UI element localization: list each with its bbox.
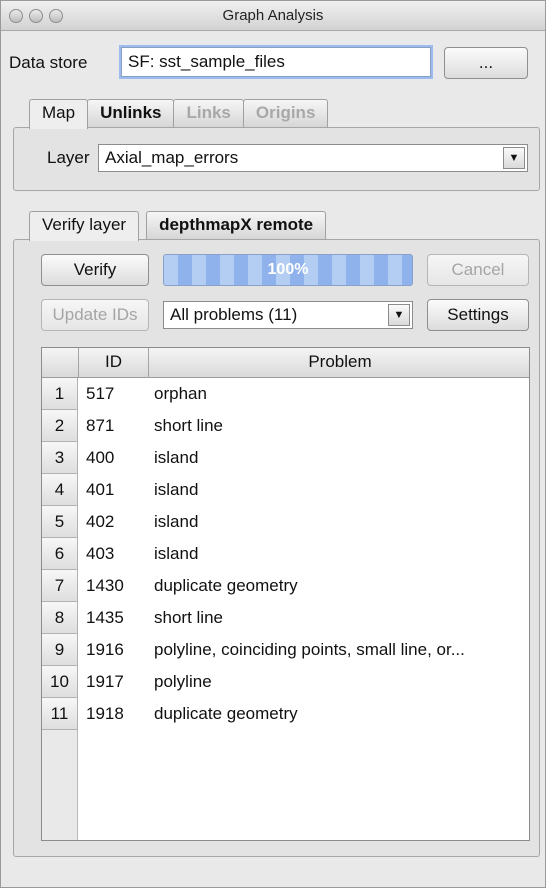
settings-button[interactable]: Settings — [427, 299, 529, 331]
row-number[interactable]: 4 — [42, 474, 78, 506]
tab-verify-layer[interactable]: Verify layer — [29, 211, 140, 241]
table-row[interactable]: 2 871 short line — [42, 410, 529, 442]
cell-problem: polyline — [154, 672, 212, 691]
row-number[interactable]: 11 — [42, 698, 78, 730]
cell-problem: island — [154, 448, 199, 467]
cancel-button[interactable]: Cancel — [427, 254, 529, 286]
graph-analysis-window: Graph Analysis Data store SF: sst_sample… — [0, 0, 546, 888]
row-number[interactable]: 10 — [42, 666, 78, 698]
cell-problem: duplicate geometry — [154, 576, 298, 595]
table-row[interactable]: 11 1918 duplicate geometry — [42, 698, 529, 730]
layer-label: Layer — [47, 148, 90, 167]
cell-problem: short line — [154, 416, 223, 435]
tab-unlinks[interactable]: Unlinks — [87, 99, 175, 127]
cell-id: 517 — [86, 384, 115, 403]
bottom-tab-bar: Verify layer depthmapX remote — [29, 211, 327, 241]
update-ids-button[interactable]: Update IDs — [41, 299, 149, 331]
cell-id: 871 — [86, 416, 115, 435]
cell-id: 403 — [86, 544, 115, 563]
tab-depthmapx-remote[interactable]: depthmapX remote — [146, 211, 327, 239]
table-row[interactable]: 8 1435 short line — [42, 602, 529, 634]
table-row[interactable]: 3 400 island — [42, 442, 529, 474]
row-number[interactable]: 7 — [42, 570, 78, 602]
table-header: ID Problem — [42, 348, 529, 378]
cell-id: 1430 — [86, 576, 124, 595]
row-number[interactable]: 8 — [42, 602, 78, 634]
problem-filter-value: All problems (11) — [170, 305, 298, 324]
cell-id: 1917 — [86, 672, 124, 691]
cell-problem: short line — [154, 608, 223, 627]
row-number[interactable]: 2 — [42, 410, 78, 442]
tab-map[interactable]: Map — [29, 99, 89, 129]
table-row[interactable]: 10 1917 polyline — [42, 666, 529, 698]
table-row[interactable]: 7 1430 duplicate geometry — [42, 570, 529, 602]
verify-progress-bar: 100% — [163, 254, 413, 286]
cell-id: 1435 — [86, 608, 124, 627]
cell-problem: island — [154, 512, 199, 531]
table-row[interactable]: 5 402 island — [42, 506, 529, 538]
row-number[interactable]: 3 — [42, 442, 78, 474]
table-row[interactable]: 9 1916 polyline, coinciding points, small … — [42, 634, 529, 666]
layer-select-value: Axial_map_errors — [105, 148, 239, 167]
table-row[interactable]: 6 403 island — [42, 538, 529, 570]
cell-id: 401 — [86, 480, 115, 499]
cell-id: 1916 — [86, 640, 124, 659]
layer-select[interactable]: Axial_map_errors ▼ — [98, 144, 528, 172]
tab-links[interactable]: Links — [173, 99, 244, 127]
table-row[interactable]: 4 401 island — [42, 474, 529, 506]
cell-problem: polyline, coinciding points, small line,… — [154, 640, 465, 659]
cell-problem: duplicate geometry — [154, 704, 298, 723]
cell-id: 1918 — [86, 704, 124, 723]
row-number[interactable]: 1 — [42, 378, 78, 410]
problem-filter-select[interactable]: All problems (11) ▼ — [163, 301, 413, 329]
cell-problem: orphan — [154, 384, 207, 403]
table-row[interactable]: 1 517 orphan — [42, 378, 529, 410]
row-number[interactable]: 5 — [42, 506, 78, 538]
verify-button[interactable]: Verify — [41, 254, 149, 286]
corner-header — [42, 348, 79, 378]
browse-datastore-button[interactable]: ... — [444, 47, 528, 79]
row-number[interactable]: 6 — [42, 538, 78, 570]
row-number[interactable]: 9 — [42, 634, 78, 666]
datastore-label: Data store — [9, 53, 88, 72]
column-header-problem[interactable]: Problem — [149, 348, 531, 378]
datastore-field[interactable]: SF: sst_sample_files — [121, 47, 431, 77]
top-tab-bar: Map Unlinks Links Origins — [29, 99, 329, 129]
tab-origins[interactable]: Origins — [242, 99, 329, 127]
datastore-row: Data store SF: sst_sample_files ... — [1, 43, 545, 83]
column-header-id[interactable]: ID — [79, 348, 149, 378]
cell-problem: island — [154, 544, 199, 563]
problems-table[interactable]: ID Problem 1 517 orphan 2 871 short line 3 400 i… — [41, 347, 530, 841]
title-bar: Graph Analysis — [1, 1, 545, 31]
dropdown-arrow-icon: ▼ — [503, 147, 525, 169]
dropdown-arrow-icon: ▼ — [388, 304, 410, 326]
window-title: Graph Analysis — [222, 7, 324, 24]
cell-problem: island — [154, 480, 199, 499]
cell-id: 402 — [86, 512, 115, 531]
cell-id: 400 — [86, 448, 115, 467]
